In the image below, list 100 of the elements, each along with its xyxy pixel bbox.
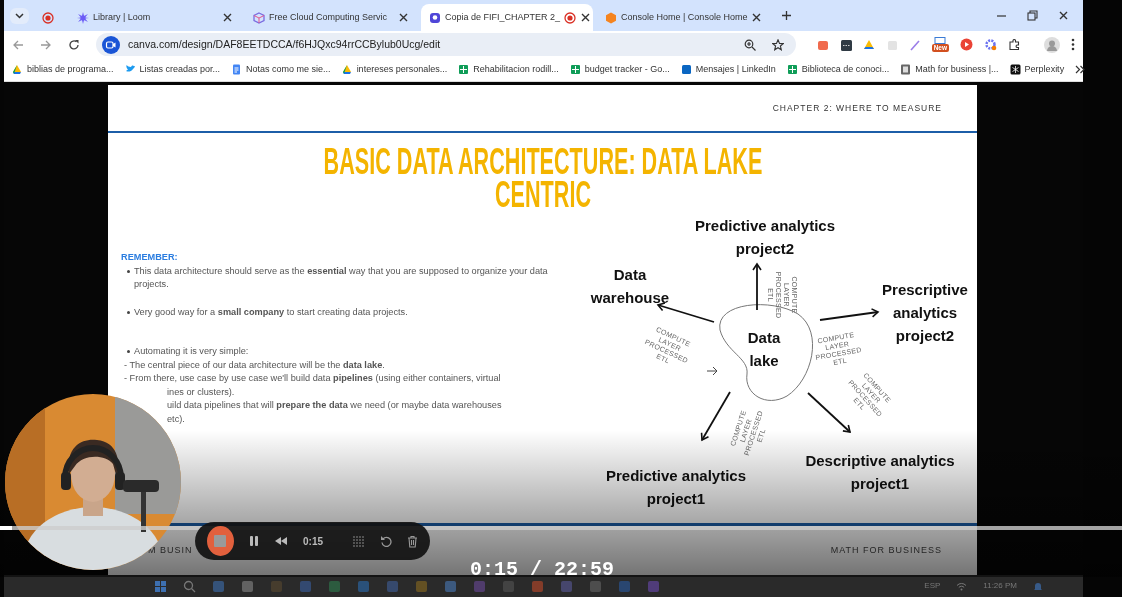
app-icon[interactable]	[415, 579, 428, 593]
browser-tab[interactable]: Console Home | Console Home	[597, 4, 769, 31]
note-text: ines or clusters).	[166, 385, 236, 399]
window-icon[interactable]	[934, 37, 947, 44]
bookmark[interactable]: intereses personales...	[341, 62, 448, 77]
browser-tab[interactable]: Library | Loom	[69, 4, 241, 31]
extensions-icon[interactable]	[1008, 38, 1021, 51]
node-label: Prescriptive analytics project2	[881, 280, 969, 346]
stop-button[interactable]	[207, 526, 234, 556]
app-icon[interactable]	[241, 579, 254, 593]
spreadsheet-icon	[569, 64, 581, 75]
triangle-icon	[341, 64, 353, 75]
back-icon[interactable]	[12, 38, 24, 51]
bookmark[interactable]: budget tracker - Go...	[569, 62, 670, 77]
note-text: - From there, use case by use case we'll build data pipelines (using either containers, virtual	[123, 372, 502, 385]
note-text: uild data pipelines that will prepare the data we need (or maybe data warehouses	[166, 399, 503, 412]
bookmark[interactable]: Notas como me sie...	[231, 62, 331, 77]
grid-icon[interactable]	[352, 534, 365, 548]
app-icon[interactable]	[589, 579, 602, 593]
close-icon[interactable]	[580, 12, 592, 23]
node-label: Descriptive analytics project1	[804, 451, 956, 494]
caret-icon	[15, 12, 24, 19]
note-text: etc).	[166, 412, 186, 426]
app-icon[interactable]	[357, 579, 370, 593]
square-icon	[1009, 64, 1021, 75]
plus-icon[interactable]	[781, 10, 792, 21]
note-text: This data architecture should serve as the essential way that you are supposed to organize your data projects.	[134, 264, 549, 291]
note-text: Automating it is very simple:	[134, 345, 249, 358]
arrow	[752, 263, 762, 311]
bookmark[interactable]: Biblioteca de conoci...	[786, 62, 890, 77]
arrow	[657, 302, 715, 323]
bookmark[interactable]: Rehabilitacion rodill...	[458, 62, 559, 77]
browser-tab[interactable]: Copia de FIFI_CHAPTER 2_	[421, 4, 593, 31]
address-bar[interactable]: canva.com/design/DAF8EETDCCA/f6HJQxc94rrCCBylub0Ucg/edit	[96, 33, 796, 56]
pause-icon[interactable]	[249, 535, 259, 547]
bookmark[interactable]: biblias de programa...	[12, 62, 114, 77]
notes-heading: REMEMBER:	[121, 251, 179, 264]
node-label: Data warehouse	[589, 265, 671, 308]
slide-title: BASIC DATA ARCHITECTURE: DATA LAKE CENTRIC	[322, 145, 763, 211]
avatar-icon[interactable]	[1044, 36, 1060, 53]
notification-icon[interactable]	[1033, 580, 1043, 592]
elapsed-time: 0:15	[303, 534, 323, 549]
star-icon[interactable]	[772, 38, 784, 51]
app-icon[interactable]	[444, 579, 457, 593]
rewind-icon[interactable]	[274, 536, 288, 546]
arrow	[700, 391, 731, 441]
chevrons-icon[interactable]	[1075, 65, 1086, 74]
flower-icon[interactable]	[984, 38, 997, 51]
stop-icon	[214, 535, 227, 547]
badge-icon	[429, 11, 441, 24]
reload-icon[interactable]	[68, 38, 80, 51]
bullet-icon	[127, 310, 130, 314]
close-icon[interactable]	[398, 12, 409, 23]
node-label: Predictive analytics project2	[693, 216, 837, 259]
close-icon[interactable]	[222, 12, 233, 23]
pen-icon[interactable]	[908, 38, 921, 51]
bookmark[interactable]: Math for business |...	[900, 62, 999, 77]
starburst-icon	[77, 11, 89, 24]
bookmark[interactable]: Perplexity	[1009, 62, 1065, 77]
app-icon[interactable]	[531, 579, 544, 593]
trash-icon[interactable]	[407, 534, 418, 548]
document-icon	[231, 64, 243, 75]
document-icon	[900, 64, 912, 75]
close-icon[interactable]	[751, 12, 763, 23]
arrow-icon	[706, 366, 718, 376]
windows-icon[interactable]	[154, 579, 167, 593]
slide-header: CHAPTER 2: WHERE TO MEASURE	[772, 101, 942, 115]
spreadsheet-icon	[458, 64, 470, 75]
undo-icon[interactable]	[380, 535, 392, 547]
bullet-icon	[127, 350, 130, 353]
note-text: - The central piece of our data architecture will be the data lake.	[123, 358, 386, 372]
arrow	[819, 308, 879, 321]
spreadsheet-icon	[786, 64, 798, 75]
record-icon[interactable]	[960, 38, 973, 51]
triangle-icon[interactable]	[862, 38, 875, 51]
close-icon[interactable]	[1058, 10, 1069, 21]
browser-tab[interactable]: Free Cloud Computing Servic	[245, 4, 417, 31]
app-icon[interactable]	[212, 579, 225, 593]
triangle-icon	[12, 64, 23, 75]
bookmark[interactable]: Listas creadas por...	[124, 62, 221, 77]
wifi-icon[interactable]	[956, 581, 968, 591]
cube-icon	[253, 11, 265, 24]
square-icon	[680, 64, 692, 75]
hexagon-icon	[605, 11, 617, 24]
bullet-icon	[127, 269, 130, 273]
node-label: Predictive analytics project1	[604, 466, 748, 509]
lake-label: Data lake	[746, 328, 782, 371]
bird-icon	[124, 64, 136, 75]
forward-icon[interactable]	[40, 38, 52, 51]
search-icon[interactable]	[183, 579, 196, 593]
menu-icon[interactable]	[1071, 38, 1075, 51]
note-text: Very good way for a small company to start creating data projects.	[134, 305, 408, 319]
app-icon[interactable]	[328, 579, 341, 593]
restore-icon[interactable]	[1027, 10, 1038, 21]
bookmark[interactable]: Mensajes | LinkedIn	[680, 62, 776, 77]
camera-icon	[102, 35, 120, 54]
tab-search-button[interactable]	[10, 7, 29, 24]
zoom-icon[interactable]	[744, 38, 756, 51]
square-icon[interactable]	[839, 38, 852, 51]
playback-time: 0:15 / 22:59	[470, 561, 615, 579]
